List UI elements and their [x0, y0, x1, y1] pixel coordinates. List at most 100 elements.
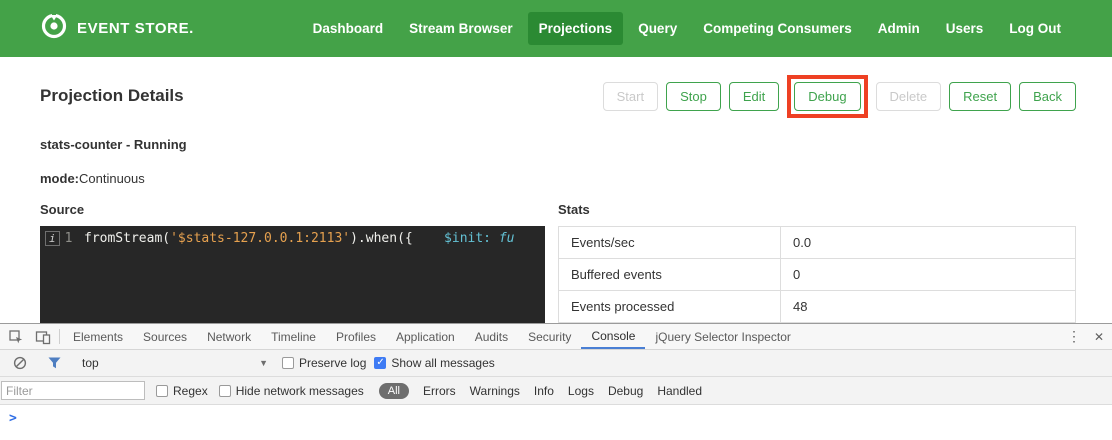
level-errors[interactable]: Errors [423, 384, 456, 398]
console-input-area[interactable]: > [0, 405, 1112, 439]
stop-button[interactable]: Stop [666, 82, 721, 111]
mode-label: mode: [40, 171, 79, 186]
code-seg-keyword: fu [499, 231, 515, 246]
preserve-log-group: Preserve log [282, 356, 366, 370]
stats-panel: Stats Events/sec 0.0 Buffered events 0 [558, 202, 1076, 336]
content-columns: Source i 1 fromStream('$stats-127.0.0.1:… [40, 202, 1076, 336]
brand[interactable]: EVENT STORE. [40, 12, 194, 45]
page-title: Projection Details [40, 86, 184, 106]
nav-item-logout[interactable]: Log Out [998, 12, 1072, 45]
projection-status: stats-counter - Running [40, 137, 1076, 152]
tab-sources[interactable]: Sources [133, 324, 197, 349]
stat-label: Events/sec [559, 227, 781, 259]
line-number: 1 [65, 231, 73, 247]
inspect-element-icon[interactable] [2, 324, 29, 349]
regex-label: Regex [173, 384, 208, 398]
eventstore-logo-icon [40, 12, 68, 45]
table-row: Buffered events 0 [559, 259, 1076, 291]
source-code-editor[interactable]: i 1 fromStream('$stats-127.0.0.1:2113').… [40, 226, 545, 336]
action-buttons: Start Stop Edit Debug Delete Reset Back [603, 75, 1076, 118]
toolbar-separator [59, 329, 60, 344]
top-nav: EVENT STORE. Dashboard Stream Browser Pr… [0, 0, 1112, 57]
brand-name: EVENT STORE. [77, 20, 194, 37]
filter-input[interactable] [1, 381, 145, 400]
context-value: top [82, 356, 99, 370]
regex-checkbox[interactable] [156, 385, 168, 397]
level-debug[interactable]: Debug [608, 384, 643, 398]
code-seg-plain: ).when({ [350, 231, 413, 246]
source-heading: Source [40, 202, 545, 217]
code-seg-string: '$stats-127.0.0.1:2113' [170, 231, 350, 246]
filter-icon[interactable] [41, 357, 68, 369]
projection-mode: mode:Continuous [40, 171, 1076, 186]
console-prompt-chevron: > [9, 411, 17, 426]
close-devtools-icon[interactable]: ✕ [1088, 330, 1110, 344]
main-content: Projection Details Start Stop Edit Debug… [0, 73, 1112, 336]
nav-item-query[interactable]: Query [627, 12, 688, 45]
code-seg-plain: fromStream( [84, 231, 170, 246]
debug-button[interactable]: Debug [794, 82, 860, 111]
show-all-messages-checkbox[interactable] [374, 357, 386, 369]
tab-audits[interactable]: Audits [465, 324, 518, 349]
hide-network-group: Hide network messages [219, 384, 364, 398]
reset-button[interactable]: Reset [949, 82, 1011, 111]
code-line: fromStream('$stats-127.0.0.1:2113').when… [80, 226, 515, 336]
nav-item-projections[interactable]: Projections [528, 12, 624, 45]
tab-timeline[interactable]: Timeline [261, 324, 326, 349]
level-info[interactable]: Info [534, 384, 554, 398]
stat-value: 0 [781, 259, 1076, 291]
source-panel: Source i 1 fromStream('$stats-127.0.0.1:… [40, 202, 545, 336]
tab-application[interactable]: Application [386, 324, 465, 349]
back-button[interactable]: Back [1019, 82, 1076, 111]
nav-items: Dashboard Stream Browser Projections Que… [302, 12, 1072, 45]
stat-label: Events processed [559, 291, 781, 323]
table-row: Events processed 48 [559, 291, 1076, 323]
code-seg-space [413, 231, 444, 246]
nav-item-competing-consumers[interactable]: Competing Consumers [692, 12, 863, 45]
stat-value: 48 [781, 291, 1076, 323]
tab-jquery-selector-inspector[interactable]: jQuery Selector Inspector [645, 324, 800, 349]
debug-highlight-box: Debug [787, 75, 867, 118]
tab-security[interactable]: Security [518, 324, 581, 349]
preserve-log-label: Preserve log [299, 356, 366, 370]
tab-elements[interactable]: Elements [63, 324, 133, 349]
console-toolbar: top ▼ Preserve log Show all messages [0, 350, 1112, 377]
regex-group: Regex [156, 384, 208, 398]
nav-item-admin[interactable]: Admin [867, 12, 931, 45]
stat-value: 0.0 [781, 227, 1076, 259]
stats-table: Events/sec 0.0 Buffered events 0 Events … [558, 226, 1076, 329]
code-seg-init: $init: [444, 231, 491, 246]
edit-button[interactable]: Edit [729, 82, 779, 111]
hide-network-checkbox[interactable] [219, 385, 231, 397]
tab-profiles[interactable]: Profiles [326, 324, 386, 349]
clear-console-icon[interactable] [6, 356, 33, 370]
chevron-down-icon: ▼ [259, 358, 268, 368]
level-handled[interactable]: Handled [657, 384, 702, 398]
delete-button: Delete [876, 82, 942, 111]
devtools-panel: Elements Sources Network Timeline Profil… [0, 323, 1112, 440]
nav-item-stream-browser[interactable]: Stream Browser [398, 12, 524, 45]
show-all-messages-group: Show all messages [374, 356, 494, 370]
preserve-log-checkbox[interactable] [282, 357, 294, 369]
nav-item-users[interactable]: Users [935, 12, 995, 45]
mode-value: Continuous [79, 171, 145, 186]
nav-item-dashboard[interactable]: Dashboard [302, 12, 395, 45]
code-seg-space [491, 231, 499, 246]
page-header: Projection Details Start Stop Edit Debug… [40, 73, 1076, 119]
device-toolbar-icon[interactable] [29, 324, 56, 349]
tab-network[interactable]: Network [197, 324, 261, 349]
more-menu-icon[interactable]: ⋮ [1060, 328, 1088, 345]
start-button: Start [603, 82, 658, 111]
tab-console[interactable]: Console [581, 324, 645, 349]
execution-context-selector[interactable]: top ▼ [76, 354, 274, 372]
level-warnings[interactable]: Warnings [470, 384, 520, 398]
stat-label: Buffered events [559, 259, 781, 291]
stats-heading: Stats [558, 202, 1076, 217]
show-all-messages-label: Show all messages [391, 356, 494, 370]
level-all[interactable]: All [379, 383, 409, 399]
editor-gutter: i 1 [40, 226, 80, 336]
stats-table-clip: Events/sec 0.0 Buffered events 0 Events … [558, 226, 1076, 329]
level-logs[interactable]: Logs [568, 384, 594, 398]
table-row: Events/sec 0.0 [559, 227, 1076, 259]
console-filter-bar: Regex Hide network messages All Errors W… [0, 377, 1112, 405]
